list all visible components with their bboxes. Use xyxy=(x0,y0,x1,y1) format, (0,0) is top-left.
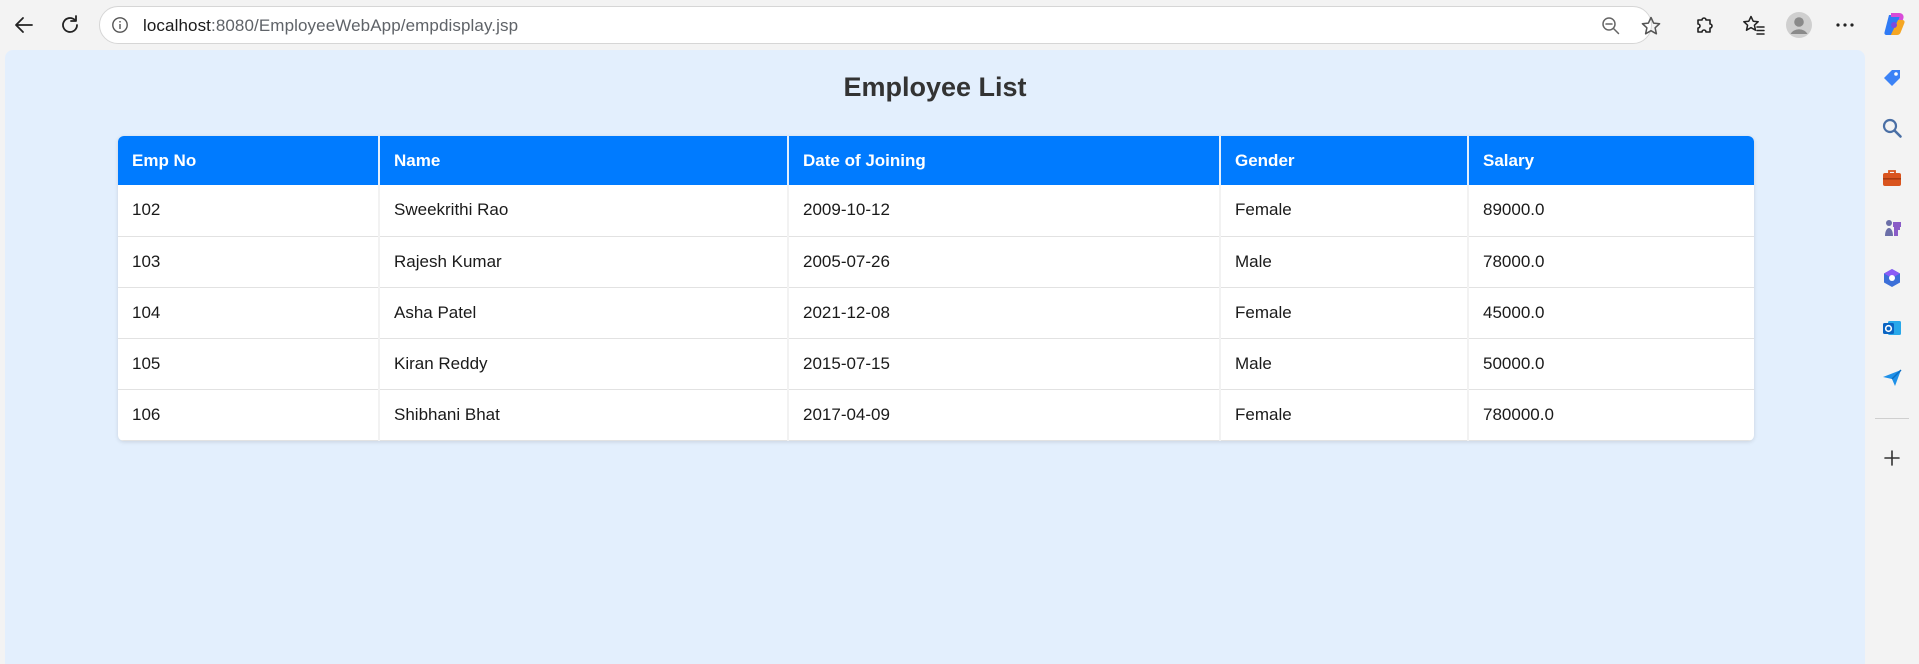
header-salary: Salary xyxy=(1468,136,1754,185)
cell-date-of-joining: 2017-04-09 xyxy=(788,389,1221,441)
header-emp-no: Emp No xyxy=(118,136,380,185)
cell-salary: 50000.0 xyxy=(1468,338,1754,390)
outlook-icon[interactable] xyxy=(1876,312,1908,344)
info-icon[interactable] xyxy=(110,15,130,35)
briefcase-icon[interactable] xyxy=(1876,162,1908,194)
address-bar[interactable]: localhost:8080/EmployeeWebApp/empdisplay… xyxy=(99,6,1661,44)
table-row: 102 Sweekrithi Rao 2009-10-12 Female 890… xyxy=(118,185,1754,237)
browser-sidebar xyxy=(1866,50,1919,664)
header-name: Name xyxy=(379,136,789,185)
cell-emp-no: 103 xyxy=(118,236,380,288)
puzzle-icon[interactable] xyxy=(1688,9,1720,41)
favorites-icon[interactable] xyxy=(1738,9,1770,41)
refresh-icon[interactable] xyxy=(54,9,86,41)
cell-name: Asha Patel xyxy=(379,287,789,339)
cell-name: Kiran Reddy xyxy=(379,338,789,390)
sidebar-divider xyxy=(1875,418,1909,419)
cell-gender: Male xyxy=(1220,236,1469,288)
cell-emp-no: 104 xyxy=(118,287,380,339)
cell-salary: 78000.0 xyxy=(1468,236,1754,288)
send-icon[interactable] xyxy=(1876,362,1908,394)
table-row: 105 Kiran Reddy 2015-07-15 Male 50000.0 xyxy=(118,338,1754,390)
page-title: Employee List xyxy=(843,72,1027,102)
profile-avatar-icon[interactable] xyxy=(1783,9,1815,41)
tag-icon[interactable] xyxy=(1876,62,1908,94)
header-gender: Gender xyxy=(1220,136,1469,185)
table-row: 104 Asha Patel 2021-12-08 Female 45000.0 xyxy=(118,287,1754,339)
back-arrow-icon[interactable] xyxy=(8,9,40,41)
cell-name: Rajesh Kumar xyxy=(379,236,789,288)
table-row: 106 Shibhani Bhat 2017-04-09 Female 7800… xyxy=(118,389,1754,441)
url-text[interactable]: localhost:8080/EmployeeWebApp/empdisplay… xyxy=(143,16,518,36)
search-icon[interactable] xyxy=(1876,112,1908,144)
plus-icon[interactable] xyxy=(1876,442,1908,474)
cell-emp-no: 105 xyxy=(118,338,380,390)
cell-gender: Female xyxy=(1220,185,1469,237)
cell-salary: 780000.0 xyxy=(1468,389,1754,441)
cell-gender: Male xyxy=(1220,338,1469,390)
url-path: :8080/EmployeeWebApp/empdisplay.jsp xyxy=(211,16,519,35)
more-horizontal-icon[interactable] xyxy=(1829,9,1861,41)
browser-toolbar: localhost:8080/EmployeeWebApp/empdisplay… xyxy=(0,0,1919,50)
cell-gender: Female xyxy=(1220,389,1469,441)
cell-date-of-joining: 2015-07-15 xyxy=(788,338,1221,390)
cell-date-of-joining: 2005-07-26 xyxy=(788,236,1221,288)
cell-emp-no: 106 xyxy=(118,389,380,441)
table-header-row: Emp No Name Date of Joining Gender Salar… xyxy=(118,136,1754,185)
chess-icon[interactable] xyxy=(1876,212,1908,244)
cell-salary: 89000.0 xyxy=(1468,185,1754,237)
employee-table: Emp No Name Date of Joining Gender Salar… xyxy=(118,136,1754,441)
cell-salary: 45000.0 xyxy=(1468,287,1754,339)
copilot-icon[interactable] xyxy=(1878,9,1910,41)
employee-table-card: Emp No Name Date of Joining Gender Salar… xyxy=(118,136,1754,441)
cell-date-of-joining: 2009-10-12 xyxy=(788,185,1221,237)
url-host: localhost xyxy=(143,16,211,35)
m365-icon[interactable] xyxy=(1876,262,1908,294)
cell-name: Sweekrithi Rao xyxy=(379,185,789,237)
header-date-of-joining: Date of Joining xyxy=(788,136,1221,185)
cell-name: Shibhani Bhat xyxy=(379,389,789,441)
cell-emp-no: 102 xyxy=(118,185,380,237)
cell-date-of-joining: 2021-12-08 xyxy=(788,287,1221,339)
page-viewport: Employee List Emp No Name Date of Joinin… xyxy=(5,50,1865,664)
cell-gender: Female xyxy=(1220,287,1469,339)
star-icon[interactable] xyxy=(1639,14,1663,38)
zoom-out-icon[interactable] xyxy=(1599,14,1623,38)
table-row: 103 Rajesh Kumar 2005-07-26 Male 78000.0 xyxy=(118,236,1754,288)
